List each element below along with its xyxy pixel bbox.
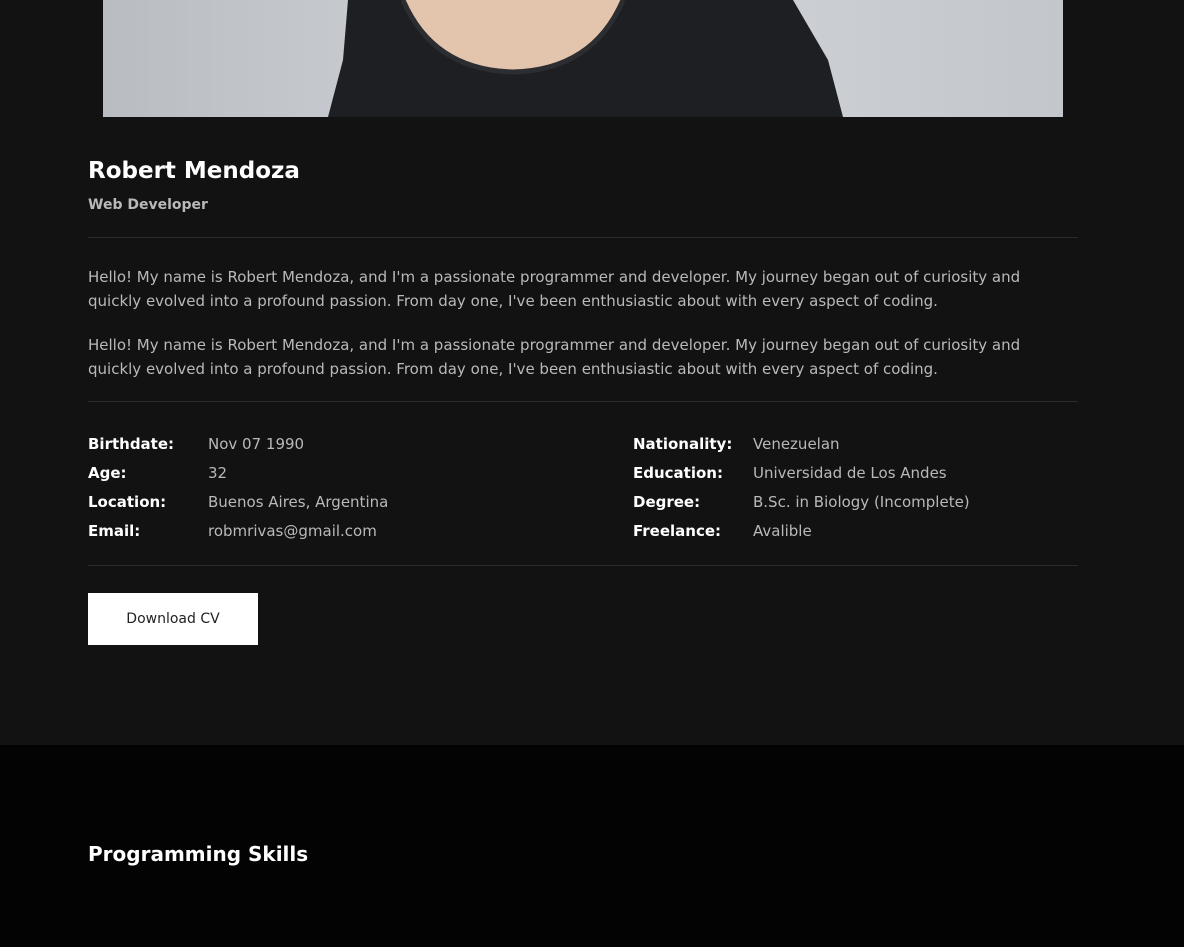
info-row-email: Email: robmrivas@gmail.com	[88, 516, 388, 545]
download-cv-button[interactable]: Download CV	[88, 593, 258, 645]
profile-name: Robert Mendoza	[88, 158, 300, 184]
bio-paragraph: Hello! My name is Robert Mendoza, and I'…	[88, 268, 1021, 310]
info-value: robmrivas@gmail.com	[208, 521, 377, 540]
divider	[88, 237, 1078, 238]
about-section: Robert Mendoza Web Developer Hello! My n…	[0, 0, 1184, 745]
personal-info-right: Nationality: Venezuelan Education: Unive…	[633, 429, 970, 545]
info-row-education: Education: Universidad de Los Andes	[633, 458, 970, 487]
skills-title: Programming Skills	[88, 842, 309, 866]
divider	[88, 401, 1078, 402]
info-label: Nationality:	[633, 434, 733, 453]
info-label: Degree:	[633, 492, 701, 511]
bio-paragraph: Hello! My name is Robert Mendoza, and I'…	[88, 336, 1021, 378]
info-row-freelance: Freelance: Avalible	[633, 516, 970, 545]
info-value: Nov 07 1990	[208, 434, 305, 453]
info-value: Buenos Aires, Argentina	[208, 492, 389, 511]
info-value: B.Sc. in Biology (Incomplete)	[753, 492, 970, 511]
info-value: 32	[208, 463, 228, 482]
divider	[88, 565, 1078, 566]
info-row-location: Location: Buenos Aires, Argentina	[88, 487, 388, 516]
skills-section: Programming Skills	[0, 745, 1184, 947]
info-label: Email:	[88, 521, 141, 540]
info-value: Universidad de Los Andes	[753, 463, 947, 482]
info-label: Location:	[88, 492, 167, 511]
info-label: Birthdate:	[88, 434, 175, 453]
info-row-birthdate: Birthdate: Nov 07 1990	[88, 429, 388, 458]
personal-info-left: Birthdate: Nov 07 1990 Age: 32 Location:…	[88, 429, 388, 545]
info-row-nationality: Nationality: Venezuelan	[633, 429, 970, 458]
info-value: Avalible	[753, 521, 812, 540]
info-row-age: Age: 32	[88, 458, 388, 487]
info-label: Freelance:	[633, 521, 722, 540]
profile-photo	[103, 0, 1063, 117]
profile-photo-image	[328, 0, 843, 117]
info-label: Age:	[88, 463, 127, 482]
info-label: Education:	[633, 463, 723, 482]
profile-role: Web Developer	[88, 197, 208, 213]
info-value: Venezuelan	[753, 434, 840, 453]
info-row-degree: Degree: B.Sc. in Biology (Incomplete)	[633, 487, 970, 516]
